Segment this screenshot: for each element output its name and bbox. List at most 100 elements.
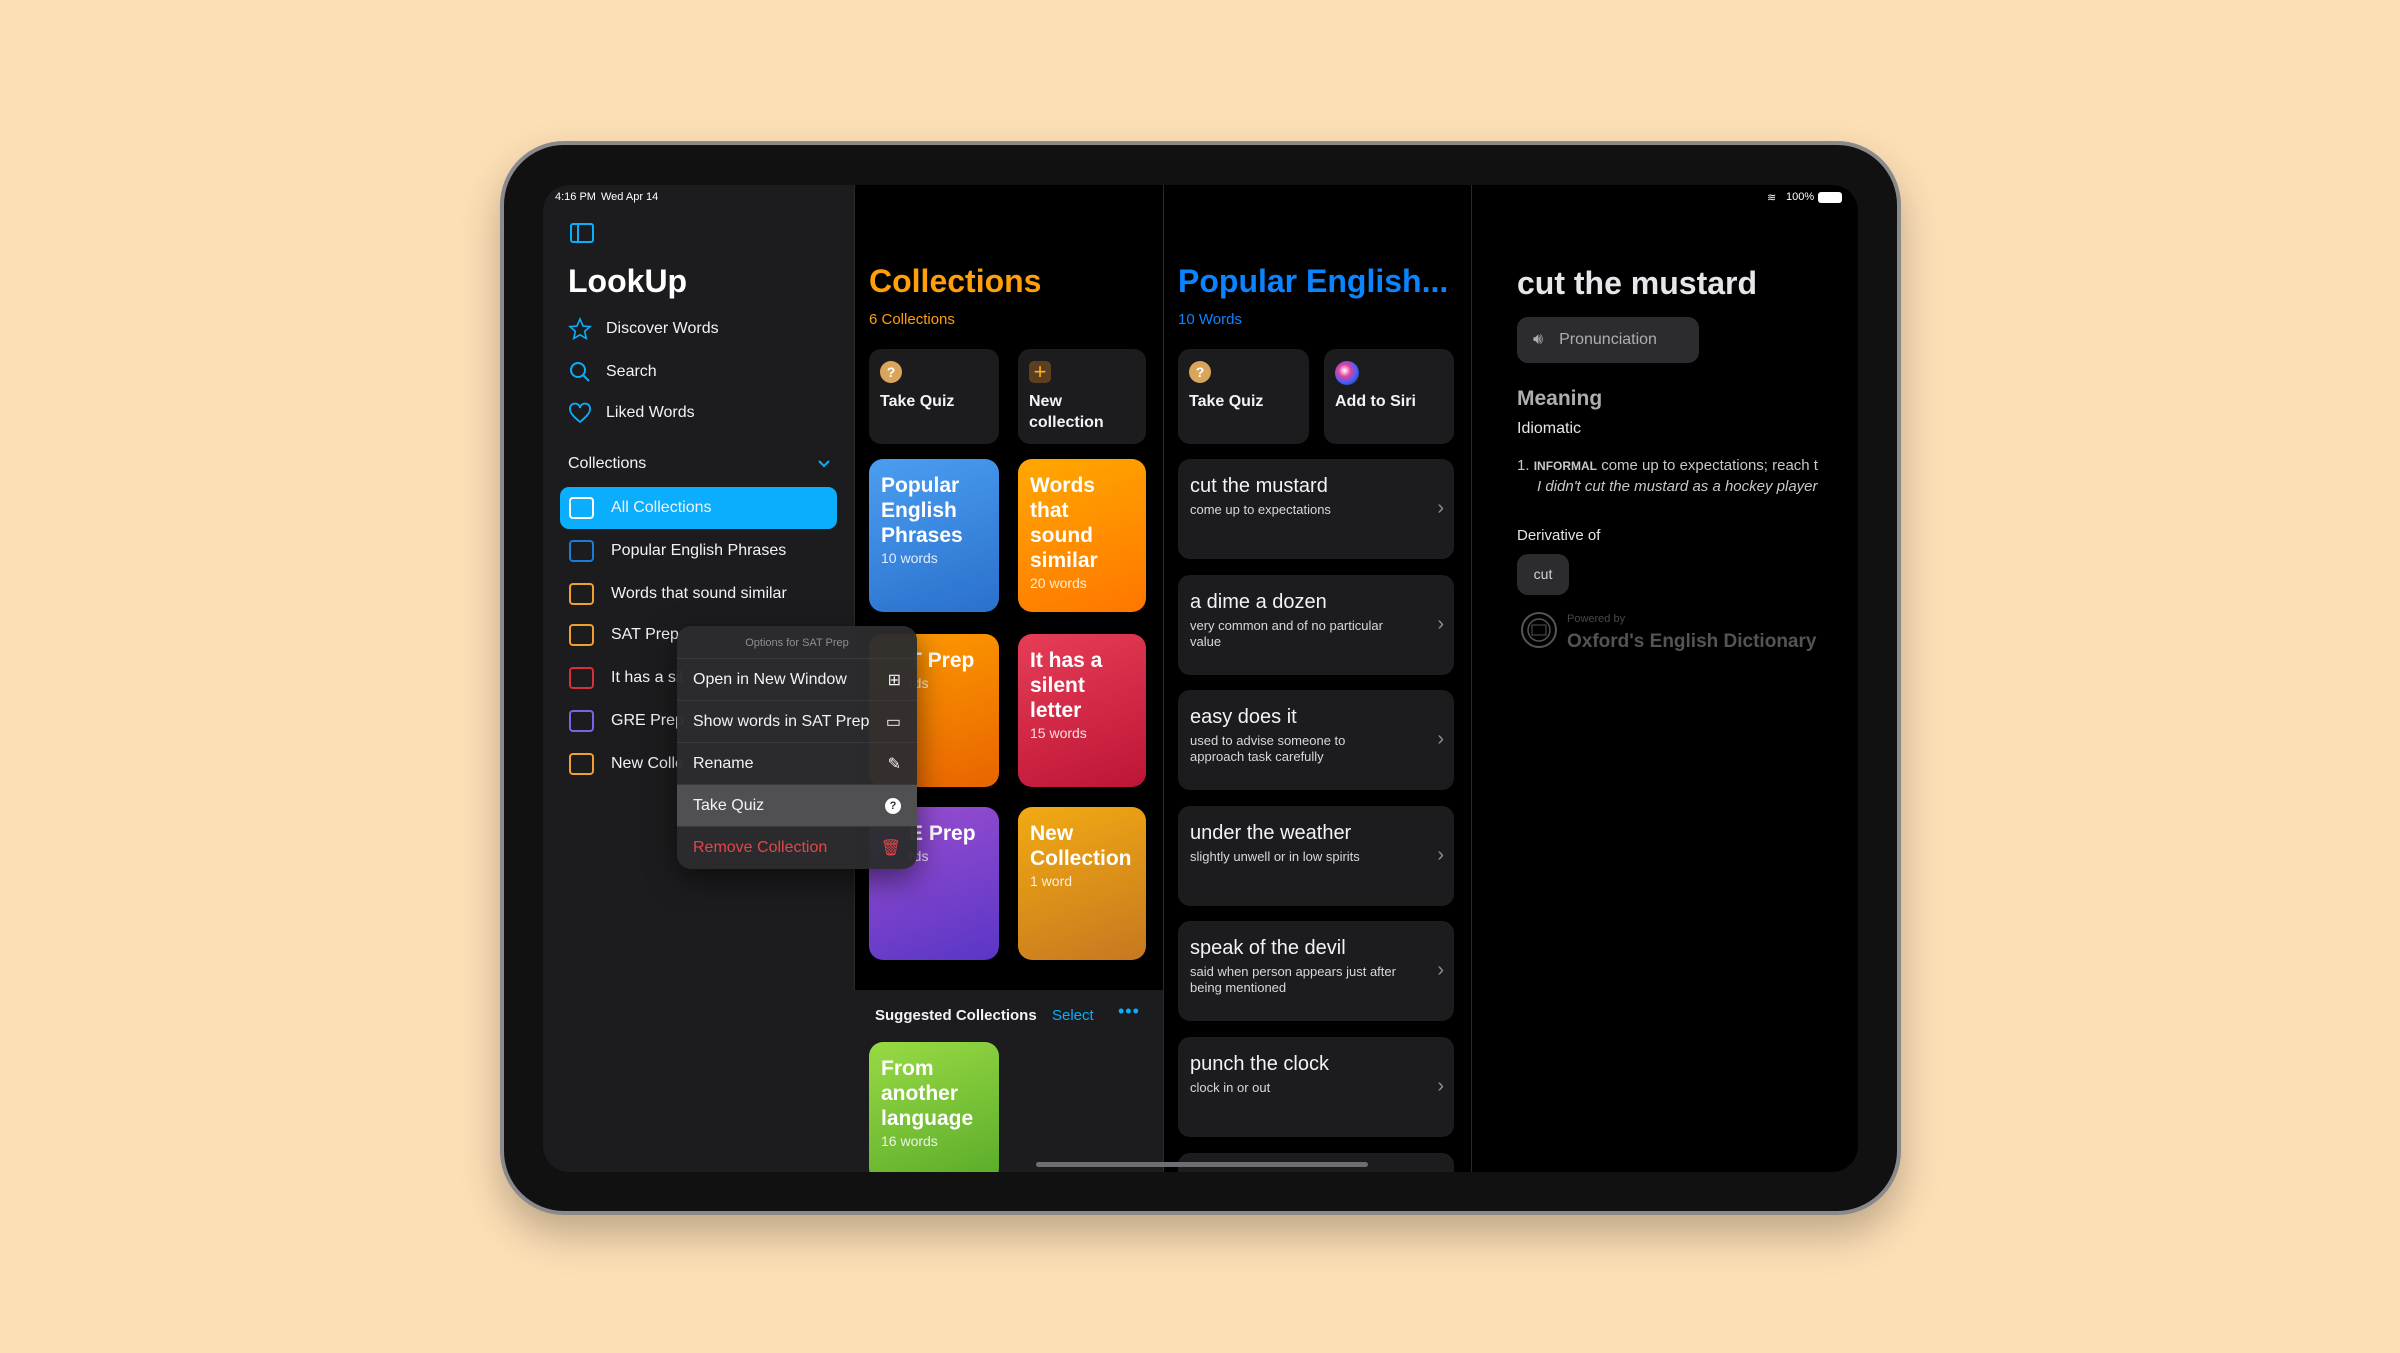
take-quiz-label: Take Quiz [1189,393,1264,410]
phrase-row[interactable]: punch the clock clock in or out › [1178,1037,1454,1137]
suggested-title: Suggested Collections [875,1007,1037,1024]
search-icon [570,362,590,382]
battery-icon [1818,192,1842,203]
chevron-right-icon: › [1437,1075,1444,1097]
sidebar-toggle-icon[interactable] [570,223,594,243]
collection-tile[interactable]: Popular English Phrases 10 words [869,459,999,612]
phrase-title: cut the mustard [1190,475,1328,497]
question-icon: ? [880,361,902,383]
detail-title: cut the mustard [1517,265,1758,301]
tile-name: Words that sound similar [1030,474,1098,572]
meaning-heading: Meaning [1517,387,1603,410]
phrase-definition: slightly unwell or in low spirits [1190,848,1360,864]
collection-tile[interactable]: Words that sound similar 20 words [1018,459,1146,612]
phrase-title: under the weather [1190,821,1352,844]
menu-item-label: Open in New Window [693,670,847,688]
context-menu-header: Options for SAT Prep [745,637,849,649]
collections-header: Collections [568,455,647,472]
tile-count: 10 words [881,550,938,566]
collections-count: 6 Collections [869,311,955,328]
sidebar-collection[interactable]: Popular English Phrases [560,530,837,572]
phrase-row[interactable]: easy does it used to advise someone to ap… [1178,690,1454,791]
tile-name: From another language [881,1057,974,1130]
collections-title: Collections [869,263,1042,299]
sidebar-collection[interactable]: Words that sound similar [560,573,837,615]
home-indicator[interactable] [1036,1162,1368,1167]
suggested-tile[interactable]: From another language 16 words [869,1042,999,1172]
menu-item-label: Show words in SAT Prep [693,712,870,730]
sidebar-collection[interactable]: All Collections [560,487,837,529]
phrases-count: 10 Words [1178,311,1242,328]
collection-label: GRE Prep [611,712,684,729]
collection-icon [569,540,594,562]
tile-count: 16 words [881,1133,938,1149]
menu-item-rename[interactable]: Rename ✎ [677,742,917,784]
dictionary-source: Oxford's English Dictionary [1567,631,1817,652]
phrase-definition: come up to expectations [1190,502,1331,517]
menu-item-take-quiz[interactable]: Take Quiz? [677,784,917,826]
def-text: come up to expectations; reach t [1601,457,1818,474]
tile-count: rds [909,675,929,691]
collection-icon [569,583,594,605]
pronunciation-label: Pronunciation [1559,331,1657,348]
new-collection-label: New collection [1029,393,1104,431]
chevron-right-icon: › [1437,612,1444,635]
status-time: 4:16 PM [555,191,596,203]
chevron-right-icon: › [1437,959,1444,982]
add-to-siri-label: Add to Siri [1335,393,1416,410]
collection-tile[interactable]: New Collection 1 word [1018,807,1146,960]
select-button[interactable]: Select [1052,1007,1094,1024]
menu-item-label: Remove Collection [693,838,828,856]
take-quiz-button[interactable]: ? Take Quiz [869,349,999,444]
menu-item-label: Rename [693,754,754,772]
phrase-title: a dime a dozen [1190,590,1327,613]
grid-icon: ⊞ [887,671,901,689]
phrase-row[interactable]: a dime a dozen very common and of no part… [1178,574,1454,675]
collection-label: Words that sound similar [611,585,787,602]
sidebar-item-search[interactable]: Search [568,357,657,387]
collection-tile[interactable]: It has a silent letter 15 words [1018,634,1146,787]
phrase-title: easy does it [1190,706,1297,729]
chevron-right-icon: › [1437,843,1444,866]
nav-label: Liked Words [606,404,695,421]
heart-icon [569,402,591,424]
wifi-icon: ≋ [1767,192,1777,204]
phrase-definition: very common and of no particular value [1190,617,1383,649]
question-icon: ? [885,797,901,814]
edit-icon: ✎ [887,755,901,773]
app-title: LookUp [568,263,688,299]
chevron-down-icon[interactable] [817,459,831,469]
sidebar-item-discover-words[interactable]: Discover Words [568,314,719,344]
collection-label: New Colle [611,755,684,772]
collection-icon [569,667,594,689]
sidebar-item-liked-words[interactable]: Liked Words [568,398,695,428]
menu-item-remove-collection[interactable]: Remove Collection 🗑︎ [677,826,917,868]
more-icon[interactable]: ••• [1118,1001,1140,1022]
pronunciation-button[interactable]: 🔊︎ Pronunciation [1517,317,1699,363]
star-icon [568,317,592,341]
collection-icon [569,624,594,646]
menu-item-show-words-in-sat-prep[interactable]: Show words in SAT Prep ▭ [677,700,917,742]
collection-icon [569,497,594,519]
plus-icon: + [1029,361,1051,383]
powered-by: Powered by [1567,613,1626,625]
derivative-chip[interactable]: cut [1517,554,1569,595]
add-to-siri-button[interactable]: Add to Siri [1324,349,1454,444]
menu-item-open-in-new-window[interactable]: Open in New Window ⊞ [677,658,917,700]
phrase-definition: clock in or out [1190,1080,1271,1095]
phrase-row[interactable]: cut the mustard come up to expectations › [1178,459,1454,559]
phrase-row[interactable]: speak of the devil said when person appea… [1178,921,1454,1022]
chevron-right-icon: › [1437,497,1444,519]
tile-name: Popular English Phrases [881,474,963,547]
phrase-row[interactable]: under the weather slightly unwell or in l… [1178,805,1454,906]
tile-count: 1 word [1030,873,1073,889]
new-collection-button[interactable]: + New collection [1018,349,1146,444]
collection-icon [569,710,594,732]
tile-count: 15 words [1030,725,1087,741]
phrases-take-quiz-button[interactable]: ? Take Quiz [1178,349,1309,444]
collection-label: All Collections [611,499,712,516]
status-date: Wed Apr 14 [601,191,659,203]
context-menu: Options for SAT Prep Open in New Window ⊞… [677,626,917,869]
def-number: 1. [1517,457,1530,474]
trash-icon: 🗑︎ [880,839,901,857]
